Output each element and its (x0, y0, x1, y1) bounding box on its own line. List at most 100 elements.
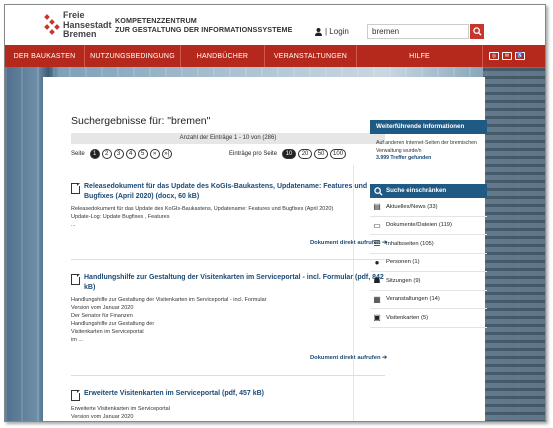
open-document-label: Dokument direkt aufrufen (309, 355, 381, 361)
document-icon: ▭ (373, 220, 381, 230)
background-building-facade (483, 67, 545, 421)
login-link[interactable]: | Login (315, 27, 349, 36)
login-label: | Login (325, 27, 349, 36)
accessibility-icon[interactable]: ♿ (515, 52, 525, 60)
document-icon (71, 390, 80, 401)
result-title: Handlungshilfe zur Gestaltung der Visite… (84, 274, 384, 291)
filter-label: Inhaltsseiten (105) (386, 240, 434, 247)
result-title-link[interactable]: Handlungshilfe zur Gestaltung der Visite… (71, 273, 387, 292)
filter-label: Aktuelles/News (33) (386, 203, 438, 210)
result-title-link[interactable]: Erweiterte Visitenkarten im Serviceporta… (71, 389, 387, 401)
filter-box: Suche einschränken ▤ Aktuelles/News (33)… (370, 184, 487, 328)
nav-item-veranstaltungen[interactable]: VERANSTALTUNGEN (265, 45, 357, 67)
result-snippet: Releasedokument für das Update des KoGIs… (71, 205, 387, 229)
result-divider (71, 259, 385, 260)
filter-label: Veranstaltungen (14) (386, 296, 440, 303)
further-info-description: Auf anderen Internet-Seiten der bremisch… (376, 140, 477, 154)
filter-content-pages[interactable]: ☰ Inhaltsseiten (105) (370, 235, 487, 254)
result-title: Releasedokument für das Update des KoGIs… (84, 183, 368, 200)
next-page-button[interactable]: » (149, 149, 160, 159)
per-page-100[interactable]: 100 (330, 149, 347, 159)
page-button-3[interactable]: 3 (113, 149, 124, 159)
nav-item-nutzungsbedingung[interactable]: NUTZUNGSBEDINGUNG (85, 45, 181, 67)
snippet-line: Erweiterte Visitenkarten im Serviceporta… (71, 406, 170, 412)
mail-icon[interactable]: ✉ (502, 52, 512, 60)
snippet-line: Der Senator für Finanzen (71, 313, 133, 319)
competence-line: KOMPETENZZENTRUM (115, 16, 197, 25)
open-document-link[interactable]: Dokument direkt aufrufen ➔ (310, 355, 387, 361)
per-page-10[interactable]: 10 (282, 149, 297, 159)
snippet-line: ... (71, 222, 76, 228)
arrow-right-icon: ➔ (382, 355, 387, 361)
page-button-5[interactable]: 5 (137, 149, 148, 159)
snippet-line: Handlungshilfe zur Gestaltung der (71, 321, 155, 327)
sidebar-divider (353, 165, 354, 421)
search-icon (374, 186, 383, 196)
result-title-link[interactable]: Releasedokument für das Update des KoGIs… (71, 182, 387, 201)
page-button-2[interactable]: 2 (101, 149, 112, 159)
user-icon (315, 27, 322, 36)
competence-center-title: KOMPETENZZENTRUM ZUR GESTALTUNG DER INFO… (115, 16, 293, 34)
main-navigation: DER BAUKASTEN NUTZUNGSBEDINGUNG HANDBÜCH… (5, 45, 545, 67)
snippet-line: im ... (71, 337, 83, 343)
card-icon: ▣ (373, 313, 381, 323)
search-input[interactable]: bremen (367, 24, 469, 39)
bremen-key-logo-icon (44, 14, 60, 35)
logo-line: Bremen (63, 29, 97, 39)
result-title: Erweiterte Visitenkarten im Serviceporta… (84, 390, 264, 397)
site-header: Freie Hansestadt Bremen KOMPETENZZENTRUM… (5, 5, 545, 45)
news-icon: ▤ (373, 202, 381, 212)
snippet-line: Visitenkarten im Serviceportal (71, 329, 144, 335)
page-button-1[interactable]: 1 (89, 149, 100, 159)
logo-text: Freie Hansestadt Bremen (63, 10, 112, 40)
nav-icon-group: ◎ ✉ ♿ (483, 45, 525, 67)
search-button[interactable] (470, 24, 484, 39)
browser-frame: Freie Hansestadt Bremen KOMPETENZZENTRUM… (4, 4, 546, 422)
per-page-50[interactable]: 50 (314, 149, 329, 159)
filter-documents[interactable]: ▭ Dokumente/Dateien (119) (370, 217, 487, 235)
nav-item-handbuecher[interactable]: HANDBÜCHER (181, 45, 265, 67)
filter-events[interactable]: ▦ Veranstaltungen (14) (370, 291, 487, 309)
meeting-icon: ☗ (373, 276, 381, 286)
nav-item-baukasten[interactable]: DER BAUKASTEN (5, 45, 85, 67)
filter-label: Visitenkarten (5) (386, 314, 429, 321)
result-divider (71, 375, 385, 376)
further-info-text: Auf anderen Internet-Seiten der bremisch… (370, 134, 487, 163)
search-icon (472, 27, 482, 36)
filter-title: Suche einschränken (370, 184, 487, 198)
filter-title-label: Suche einschränken (386, 187, 447, 194)
result-snippet: Handlungshilfe zur Gestaltung der Visite… (71, 296, 387, 344)
page-button-4[interactable]: 4 (125, 149, 136, 159)
result-item: Handlungshilfe zur Gestaltung der Visite… (71, 273, 387, 373)
per-page-20[interactable]: 20 (298, 149, 313, 159)
result-item: Erweiterte Visitenkarten im Serviceporta… (71, 389, 387, 421)
per-page-label: Einträge pro Seite (229, 151, 278, 157)
per-page-selector: Einträge pro Seite 10 20 50 100 (229, 149, 347, 159)
site-logo[interactable]: Freie Hansestadt Bremen (41, 10, 112, 41)
filter-persons[interactable]: ● Personen (1) (370, 254, 487, 272)
snippet-line: Version vom Januar 2020 (71, 305, 134, 311)
person-icon: ● (374, 257, 380, 267)
filter-meetings[interactable]: ☗ Sitzungen (9) (370, 272, 487, 291)
snippet-line: Releasedokument für das Update des KoGIs… (71, 206, 334, 212)
snippet-line: Update-Log: Update Bugfixes , Features (71, 214, 170, 220)
document-icon (71, 274, 80, 285)
filter-label: Sitzungen (9) (386, 277, 421, 284)
result-item: Releasedokument für das Update des KoGIs… (71, 182, 387, 250)
further-info-box: Weiterführende Informationen Auf anderen… (370, 120, 487, 163)
further-info-title: Weiterführende Informationen (370, 120, 487, 134)
competence-line: ZUR GESTALTUNG DER INFORMATIONSSYSTEME (115, 25, 293, 34)
last-page-button[interactable]: »| (161, 149, 172, 159)
further-info-hits-link[interactable]: 3.999 Treffer gefunden (376, 155, 481, 163)
pagination: Seite 1 2 3 4 5 » »| (71, 149, 172, 159)
result-count: Anzahl der Einträge 1 - 10 von (286) (71, 133, 385, 144)
rss-icon[interactable]: ◎ (489, 52, 499, 60)
filter-label: Personen (1) (386, 259, 420, 266)
snippet-line: Version vom Januar 2020 (71, 414, 134, 420)
page-title: Suchergebnisse für: "bremen" (71, 115, 211, 127)
filter-news[interactable]: ▤ Aktuelles/News (33) (370, 198, 487, 217)
page-icon: ☰ (373, 239, 381, 249)
nav-item-hilfe[interactable]: HILFE (357, 45, 483, 67)
document-icon (71, 183, 80, 194)
filter-business-cards[interactable]: ▣ Visitenkarten (5) (370, 309, 487, 328)
